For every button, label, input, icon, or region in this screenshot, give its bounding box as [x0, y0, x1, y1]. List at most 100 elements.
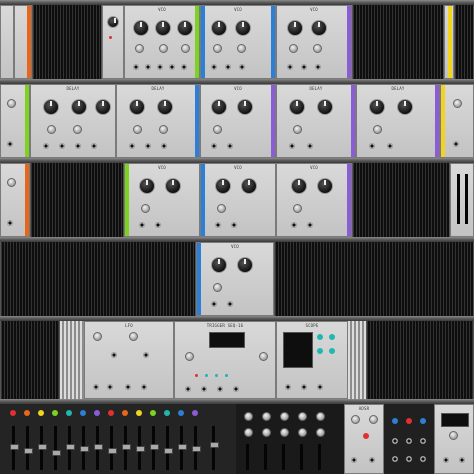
knob-icon[interactable]	[129, 332, 138, 341]
jack-icon[interactable]	[157, 64, 163, 70]
jack-icon[interactable]	[285, 384, 291, 390]
fader-cap[interactable]	[94, 444, 103, 450]
fader-icon[interactable]	[318, 444, 321, 470]
rack-canvas[interactable]: VCO VCO VCO DELAY DELAY VCO DELAY DELAY …	[0, 0, 474, 474]
knob-icon[interactable]	[185, 352, 194, 361]
jack-icon[interactable]	[420, 438, 426, 444]
knob-icon[interactable]	[237, 44, 246, 53]
jack-icon[interactable]	[155, 222, 161, 228]
knob-icon[interactable]	[397, 99, 413, 115]
knob-icon[interactable]	[259, 352, 268, 361]
knob-icon[interactable]	[7, 99, 16, 108]
knob-icon[interactable]	[317, 178, 333, 194]
jack-icon[interactable]	[185, 386, 191, 392]
jack-icon[interactable]	[217, 386, 223, 392]
fader-cap[interactable]	[10, 444, 19, 450]
knob-icon[interactable]	[262, 428, 271, 437]
knob-icon[interactable]	[217, 204, 226, 213]
jack-icon[interactable]	[307, 222, 313, 228]
knob-icon[interactable]	[213, 44, 222, 53]
knob-icon[interactable]	[369, 99, 385, 115]
jack-icon[interactable]	[233, 386, 239, 392]
jack-icon[interactable]	[231, 222, 237, 228]
jack-icon[interactable]	[59, 143, 65, 149]
knob-icon[interactable]	[43, 99, 59, 115]
knob-icon[interactable]	[155, 20, 171, 36]
fader-icon[interactable]	[300, 444, 303, 470]
jack-icon[interactable]	[239, 64, 245, 70]
fader-icon[interactable]	[465, 174, 468, 224]
jack-icon[interactable]	[287, 64, 293, 70]
knob-icon[interactable]	[298, 428, 307, 437]
fader-icon[interactable]	[282, 444, 285, 470]
knob-icon[interactable]	[317, 99, 333, 115]
jack-icon[interactable]	[387, 143, 393, 149]
jack-icon[interactable]	[392, 438, 398, 444]
knob-icon[interactable]	[237, 99, 253, 115]
knob-icon[interactable]	[93, 332, 102, 341]
knob-icon[interactable]	[280, 412, 289, 421]
jack-icon[interactable]	[301, 384, 307, 390]
knob-icon[interactable]	[211, 99, 227, 115]
jack-icon[interactable]	[369, 143, 375, 149]
jack-icon[interactable]	[43, 143, 49, 149]
knob-icon[interactable]	[316, 412, 325, 421]
module-lfo[interactable]	[102, 5, 124, 79]
module-scope[interactable]: SCOPE	[276, 321, 348, 399]
fader-cap[interactable]	[38, 444, 47, 450]
knob-icon[interactable]	[159, 44, 168, 53]
jack-icon[interactable]	[301, 64, 307, 70]
knob-icon[interactable]	[449, 431, 458, 440]
jack-icon[interactable]	[143, 352, 149, 358]
fader-cap[interactable]	[192, 446, 201, 452]
module-vca[interactable]	[0, 84, 30, 158]
module-mixer-aux[interactable]	[236, 404, 344, 474]
jack-icon[interactable]	[129, 143, 135, 149]
jack-icon[interactable]	[227, 143, 233, 149]
knob-icon[interactable]	[129, 99, 145, 115]
module-vco[interactable]: VCO	[200, 84, 276, 158]
knob-icon[interactable]	[133, 20, 149, 36]
module-delay[interactable]: DELAY	[276, 84, 356, 158]
jack-icon[interactable]	[317, 384, 323, 390]
knob-icon[interactable]	[262, 412, 271, 421]
module-lfo[interactable]: LFO	[84, 321, 174, 399]
knob-icon[interactable]	[453, 99, 462, 108]
jack-icon[interactable]	[145, 143, 151, 149]
knob-icon[interactable]	[181, 44, 190, 53]
knob-icon[interactable]	[311, 20, 327, 36]
jack-icon[interactable]	[107, 384, 113, 390]
module-vco[interactable]: VCO	[124, 163, 200, 237]
fader-icon[interactable]	[212, 426, 215, 470]
jack-icon[interactable]	[91, 143, 97, 149]
jack-icon[interactable]	[291, 222, 297, 228]
module-vco-narrow[interactable]	[14, 5, 32, 79]
module-adsr[interactable]: ADSR	[344, 404, 384, 474]
knob-icon[interactable]	[211, 257, 227, 273]
jack-icon[interactable]	[453, 141, 459, 147]
module-vco[interactable]: VCO	[196, 242, 274, 316]
fader-cap[interactable]	[164, 448, 173, 454]
module-mixer-mini[interactable]	[450, 163, 474, 237]
knob-icon[interactable]	[177, 20, 193, 36]
knob-icon[interactable]	[133, 125, 142, 134]
fader-icon[interactable]	[457, 174, 460, 224]
knob-icon[interactable]	[107, 16, 119, 28]
jack-icon[interactable]	[307, 143, 313, 149]
jack-icon[interactable]	[141, 384, 147, 390]
jack-icon[interactable]	[406, 438, 412, 444]
jack-icon[interactable]	[225, 64, 231, 70]
fader-cap[interactable]	[122, 444, 131, 450]
fader-icon[interactable]	[264, 444, 267, 470]
jack-icon[interactable]	[7, 141, 13, 147]
fader-icon[interactable]	[246, 444, 249, 470]
fader-cap[interactable]	[210, 442, 219, 448]
knob-icon[interactable]	[280, 428, 289, 437]
knob-icon[interactable]	[213, 283, 222, 292]
jack-icon[interactable]	[406, 456, 412, 462]
jack-icon[interactable]	[93, 384, 99, 390]
module-vco[interactable]: VCO	[276, 163, 352, 237]
fader-cap[interactable]	[108, 448, 117, 454]
jack-icon[interactable]	[169, 64, 175, 70]
knob-icon[interactable]	[157, 99, 173, 115]
